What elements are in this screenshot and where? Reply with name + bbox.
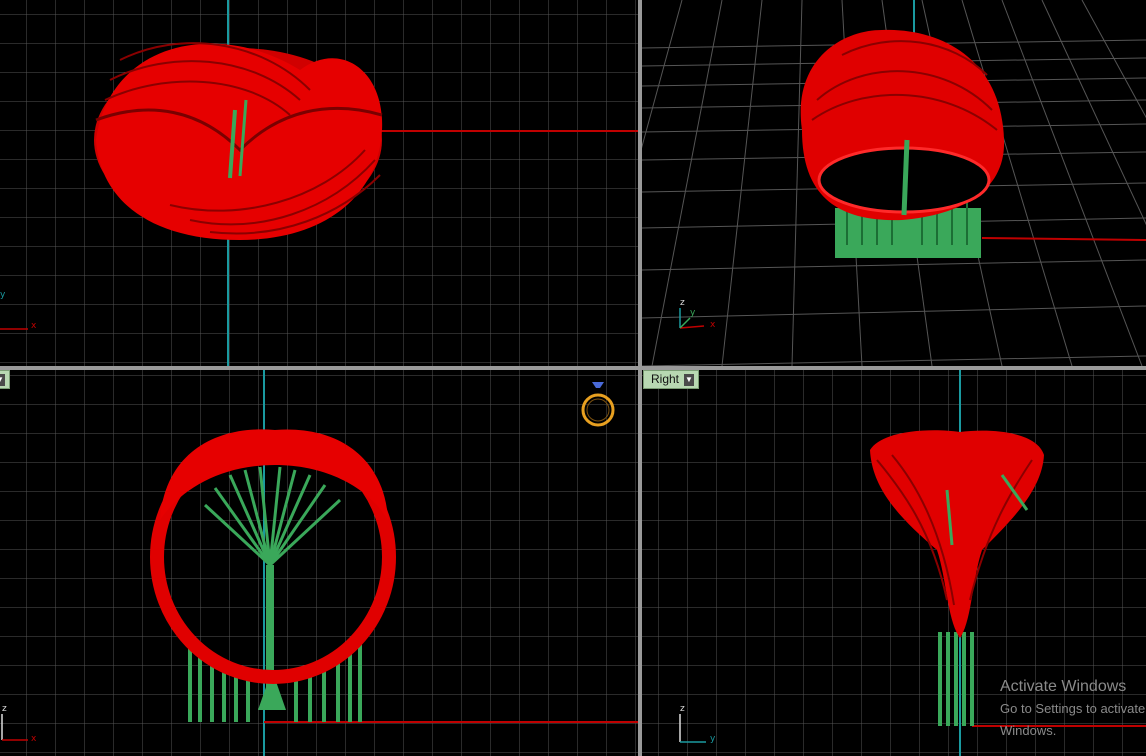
dropdown-arrow-icon[interactable]: ▼ — [684, 373, 695, 386]
axis-label-y: y — [710, 734, 716, 744]
axis-label-x: x — [31, 321, 37, 331]
axis-gizmo-icon — [679, 714, 706, 743]
ring-model-top — [94, 42, 383, 240]
watermark-subtitle: Go to Settings to activate Windows. — [1000, 701, 1146, 738]
axis-label-z: z — [680, 298, 685, 308]
top-grid — [0, 0, 638, 366]
axis-gizmo-icon — [1, 714, 28, 741]
dropdown-arrow-icon[interactable]: ▼ — [0, 373, 5, 386]
front-grid — [0, 370, 638, 756]
axis-label-x: x — [710, 320, 716, 330]
axis-label-x: x — [31, 734, 37, 744]
front-viewport-tab[interactable]: ▼ — [0, 370, 10, 389]
perspective-viewport[interactable]: z y x — [642, 0, 1146, 366]
top-viewport[interactable]: y x — [0, 0, 638, 366]
right-viewport-tab[interactable]: Right ▼ — [643, 370, 700, 389]
ring-diamond-icon[interactable] — [578, 376, 618, 432]
front-viewport[interactable]: ▼ z x — [0, 370, 638, 756]
axis-label-y: y — [690, 308, 696, 318]
watermark-title: Activate Windows — [1000, 678, 1127, 695]
windows-activation-watermark: Activate Windows Go to Settings to activ… — [1000, 676, 1146, 742]
right-viewport-label: Right — [651, 372, 680, 386]
